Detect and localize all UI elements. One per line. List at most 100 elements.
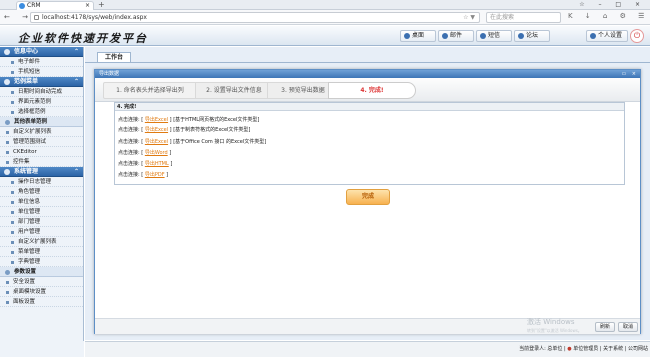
sidebar-item-selectbox[interactable]: 选择框范例 xyxy=(0,107,83,117)
sidebar-item-user-mgmt[interactable]: 用户管理 xyxy=(0,227,83,237)
sidebar-item-ckeditor[interactable]: CKEditor xyxy=(0,147,83,157)
sidebar-item-label: 菜单管理 xyxy=(18,249,41,255)
export-row: 点击连接: [ 导出Excel ] [基于HTML网页格式的Excel文件类型] xyxy=(118,117,260,123)
url-input[interactable]: localhost:4178/sys/web/index.aspx ☆ ▼ xyxy=(30,12,480,23)
sidebar-item-dept-mgmt[interactable]: 部门管理 xyxy=(0,217,83,227)
status-bar: 当前登录人: 总单位 | ● 单位管理员 | 关于系统 | 公司网站 xyxy=(85,341,650,357)
browser-tab[interactable]: CRM × xyxy=(16,1,94,10)
sidebar-item-unit-mgmt[interactable]: 单位管理 xyxy=(0,207,83,217)
header-button-mail[interactable]: 邮件 xyxy=(438,30,474,42)
refresh-button[interactable]: 刷新 xyxy=(595,322,615,332)
sidebar-item-label: 操作日志管理 xyxy=(18,179,52,185)
sms-icon xyxy=(480,33,486,39)
sidebar-item-ui-elements[interactable]: 界面元素范例 xyxy=(0,97,83,107)
sidebar-group-other-forms[interactable]: 其他表单范例 xyxy=(0,117,83,127)
export-links-panel: 4. 完成! 点击连接: [ 导出Excel ] [基于HTML网页格式的Exc… xyxy=(114,102,625,185)
crm-favicon-icon xyxy=(19,3,25,9)
status-role: 单位管理员 xyxy=(573,346,599,352)
browser-search-input[interactable]: 在此搜索 xyxy=(486,12,561,23)
sidebar-item-label: 控件集 xyxy=(13,159,30,165)
header-button-forum[interactable]: 论坛 xyxy=(514,30,550,42)
dialog-titlebar[interactable]: 导出数据 ▭ × xyxy=(95,70,640,78)
sidebar-item-label: 字典管理 xyxy=(18,259,41,265)
new-tab-button[interactable]: + xyxy=(98,0,105,9)
cancel-button[interactable]: 取消 xyxy=(618,322,638,332)
sidebar-item-label: 角色管理 xyxy=(18,189,41,195)
bullet-icon xyxy=(11,201,14,204)
browser-tab-title: CRM xyxy=(27,2,41,9)
finish-button[interactable]: 完成 xyxy=(346,189,390,205)
sidebar-item-oplog[interactable]: 操作日志管理 xyxy=(0,177,83,187)
sidebar-item-roles[interactable]: 角色管理 xyxy=(0,187,83,197)
browser-address-bar: ← → ⌂ localhost:4178/sys/web/index.aspx … xyxy=(0,10,650,25)
row-note: [基于制表符格式的Excel文件类型] xyxy=(173,127,251,133)
row-label: 点击连接: xyxy=(118,127,140,133)
sidebar-section-examples[interactable]: 范例菜单 ⌃ xyxy=(0,77,83,87)
sidebar-item-label: 自定义扩展列表 xyxy=(13,129,52,135)
sidebar-section-info[interactable]: 信息中心 ⌃ xyxy=(0,47,83,57)
header-button-desktop[interactable]: 桌面 xyxy=(400,30,436,42)
export-row: 点击连接: [ 导出Excel ] [基于Office Com 接口 的Exce… xyxy=(118,139,267,145)
sidebar-item-dict-mgmt[interactable]: 字典管理 xyxy=(0,257,83,267)
export-link[interactable]: 导出PDF xyxy=(145,172,165,178)
export-link[interactable]: 导出Excel xyxy=(145,127,168,133)
bullet-icon xyxy=(11,241,14,244)
sidebar-item-label: 选择框范例 xyxy=(18,109,46,115)
sidebar-item-label: 管理范围测试 xyxy=(13,139,47,145)
sidebar-item-datetime[interactable]: 日期时间自动完成 xyxy=(0,87,83,97)
sidebar-item-desktop-modules[interactable]: 桌面模块设置 xyxy=(0,287,83,297)
group-title: 参数设置 xyxy=(14,269,37,275)
row-label: 点击连接: xyxy=(118,172,140,178)
row-label: 点击连接: xyxy=(118,150,140,156)
sidebar-item-email[interactable]: 电子邮件 xyxy=(0,57,83,67)
browser-toolbar-icons[interactable]: K ↓ ⌂ ⚙ ☰ xyxy=(568,12,649,20)
row-note: [基于Office Com 接口 的Excel文件类型] xyxy=(173,139,267,145)
company-link[interactable]: 公司网站 xyxy=(628,346,648,352)
folder-icon xyxy=(5,270,10,275)
dialog-window-buttons[interactable]: ▭ × xyxy=(621,70,638,78)
system-icon xyxy=(4,169,10,175)
wizard-step-1[interactable]: 1. 命名表头并选择导出列 xyxy=(103,82,197,99)
sidebar-item-label: 部门管理 xyxy=(18,219,41,225)
export-link[interactable]: 导出Word xyxy=(145,150,168,156)
app-title: 企业软件快速开发平台 xyxy=(18,32,148,45)
wizard-step-4[interactable]: 4. 完成! xyxy=(328,82,416,99)
sidebar-item-label: CKEditor xyxy=(13,149,37,155)
wizard-step-2[interactable]: 2. 设置导出文件信息 xyxy=(195,82,273,99)
export-link[interactable]: 导出Excel xyxy=(145,139,168,145)
sidebar-item-scope-test[interactable]: 管理范围测试 xyxy=(0,137,83,147)
bullet-icon xyxy=(11,101,14,104)
sidebar-item-custom-ext[interactable]: 自定义扩展列表 xyxy=(0,237,83,247)
sidebar-item-custom-list[interactable]: 自定义扩展列表 xyxy=(0,127,83,137)
tab-close-icon[interactable]: × xyxy=(85,2,90,10)
header-button-settings[interactable]: 个人设置 xyxy=(586,30,628,42)
tab-divider xyxy=(85,62,650,63)
chevron-up-icon: ⌃ xyxy=(73,78,79,85)
forum-icon xyxy=(518,33,524,39)
about-link[interactable]: 关于系统 xyxy=(603,346,623,352)
sidebar-item-menu-mgmt[interactable]: 菜单管理 xyxy=(0,247,83,257)
sidebar-item-label: 面板设置 xyxy=(13,299,36,305)
bullet-icon xyxy=(6,131,9,134)
sidebar-item-label: 手机短信 xyxy=(18,69,41,75)
sidebar-item-panels[interactable]: 面板设置 xyxy=(0,297,83,307)
sidebar-item-controls[interactable]: 控件集 xyxy=(0,157,83,167)
section-title: 信息中心 xyxy=(14,48,39,55)
power-icon[interactable]: ⏻ xyxy=(630,29,644,43)
export-link[interactable]: 导出HTML xyxy=(145,161,169,167)
sidebar-item-security[interactable]: 安全设置 xyxy=(0,277,83,287)
header-button-sms[interactable]: 短信 xyxy=(476,30,512,42)
export-dialog: 导出数据 ▭ × 1. 命名表头并选择导出列 2. 设置导出文件信息 3. 预览… xyxy=(94,69,641,334)
sidebar-item-unit-info[interactable]: 单位信息 xyxy=(0,197,83,207)
windows-watermark: 激活 Windows xyxy=(527,318,575,326)
windows-watermark-sub: 转到"设置"以激活 Windows。 xyxy=(527,328,582,333)
sidebar-section-system[interactable]: 系统管理 ⌃ xyxy=(0,167,83,177)
url-actions-icon[interactable]: ☆ ▼ xyxy=(463,13,475,22)
browser-tab-bar: CRM × + ☆ – □ × xyxy=(0,0,650,10)
sidebar-group-params[interactable]: 参数设置 xyxy=(0,267,83,277)
export-link[interactable]: 导出Excel xyxy=(145,117,168,123)
window-controls[interactable]: ☆ – □ × xyxy=(579,0,646,9)
sidebar-item-sms[interactable]: 手机短信 xyxy=(0,67,83,77)
bullet-icon xyxy=(6,141,9,144)
bullet-icon xyxy=(11,91,14,94)
